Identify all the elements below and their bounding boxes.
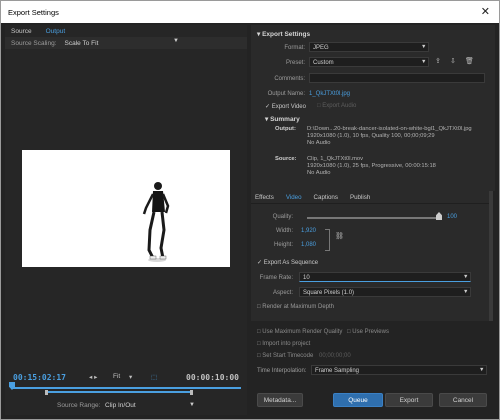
preview-pane: Source Output Source Scaling: Scale To F… [5,25,247,415]
quality-label: Quality: [272,214,293,220]
time-interpolation-value: Frame Sampling [315,368,360,374]
chevron-down-icon[interactable]: ▼ [421,44,426,50]
width-value[interactable]: 1,920 [301,228,316,234]
export-options: □ Use Maximum Render Quality □ Use Previ… [251,323,495,383]
export-settings-window: Export Settings ✕ Source Output Source S… [0,0,500,420]
tab-captions[interactable]: Captions [314,194,338,201]
source-scaling-row: Source Scaling: Scale To Fit ▼ [5,37,247,49]
output-name-label: Output Name: [267,91,305,97]
use-max-render-checkbox[interactable]: □ Use Maximum Render Quality [257,329,342,335]
time-interpolation-label: Time Interpolation: [257,368,307,374]
source-specs: 1920x1080 (1.0), 25 fps, Progressive, 00… [307,163,436,170]
output-audio: No Audio [307,140,331,147]
export-settings-header[interactable]: ▾ Export Settings [257,30,310,38]
timeline-track[interactable] [11,387,241,389]
save-preset-icon[interactable]: ⇪ [435,57,441,65]
aspect-link-bracket [325,229,330,251]
output-name-link[interactable]: 1_QkJTXt0l.jpg [309,91,350,97]
aspect-value: Square Pixels (1.0) [303,290,355,296]
output-summary-label: Output: [275,126,296,132]
range-in-handle[interactable] [45,390,48,395]
video-preview [22,150,230,267]
source-summary-lines: Clip, 1_QkJTXt0l.mov 1920x1080 (1.0), 25… [307,156,497,178]
chevron-down-icon[interactable]: ▼ [173,38,179,44]
render-max-depth-checkbox[interactable]: □ Render at Maximum Depth [257,304,334,310]
export-button[interactable]: Export [385,393,433,407]
aspect-label: Aspect: [272,290,293,296]
chevron-down-icon[interactable]: ▼ [479,367,484,373]
fit-select[interactable]: Fit [113,373,120,380]
export-audio-checkbox[interactable]: □ Export Audio [317,103,356,109]
tab-effects[interactable]: Effects [255,194,274,201]
height-label: Height: [273,242,293,248]
quality-slider[interactable] [307,217,439,219]
set-start-timecode-checkbox[interactable]: □ Set Start Timecode [257,353,313,359]
end-timecode: 00:00:10:00 [186,373,239,382]
aspect-icon[interactable]: ⬚ [151,373,157,381]
export-settings-panel: ▾ Export Settings Format: JPEG ▼ Preset:… [251,25,495,191]
export-video-checkbox[interactable]: ✓ Export Video [265,103,306,110]
title-bar: Export Settings ✕ [1,1,499,23]
tab-source[interactable]: Source [11,28,32,35]
current-timecode[interactable]: 00:15:02:17 [13,373,66,382]
tab-publish[interactable]: Publish [350,194,370,201]
dancer-image [142,182,170,262]
chevron-down-icon[interactable]: ▼ [421,59,426,65]
preview-tabs: Source Output [5,25,247,37]
range-out-handle[interactable] [190,390,193,395]
import-preset-icon[interactable]: ⇩ [450,57,456,65]
delete-preset-icon[interactable]: 🗑 [465,57,474,65]
output-summary-lines: D:\Down...20-break-dancer-isolated-on-wh… [307,126,497,148]
quality-value[interactable]: 100 [447,214,457,220]
quality-slider-knob[interactable] [436,212,442,220]
settings-tabs: Effects Video Captions Publish [251,191,489,204]
source-summary-label: Source: [275,156,297,162]
frame-rate-value: 10 [303,275,310,281]
cancel-button[interactable]: Cancel [439,393,487,407]
video-settings-panel: Effects Video Captions Publish Quality: … [251,191,489,321]
source-audio: No Audio [307,170,331,177]
chevron-down-icon[interactable]: ▼ [463,274,468,280]
import-project-checkbox[interactable]: □ Import into project [257,341,310,347]
metadata-button[interactable]: Metadata... [257,393,303,407]
source-range-bar[interactable] [47,391,191,393]
link-icon[interactable]: ⛓ [335,232,344,240]
use-previews-checkbox[interactable]: □ Use Previews [347,329,389,335]
tab-output[interactable]: Output [46,28,66,35]
preset-label: Preset: [285,60,305,66]
format-label: Format: [284,45,305,51]
export-as-sequence-checkbox[interactable]: ✓ Export As Sequence [257,259,318,266]
tab-video[interactable]: Video [286,194,302,201]
source-range-label: Source Range: [57,401,101,409]
step-back-icon[interactable]: ◂ ▸ [89,373,97,381]
comments-input[interactable] [309,73,485,83]
queue-button[interactable]: Queue [333,393,383,407]
source-summary: Source: Clip, 1_QkJTXt0l.mov 1920x1080 (… [275,156,493,176]
source-range-row: Source Range: Clip In/Out ▼ [5,399,247,411]
source-range-select[interactable]: Clip In/Out [105,402,136,409]
frame-rate-select[interactable] [299,272,471,282]
comments-label: Comments: [274,76,305,82]
summary-header[interactable]: ▾ Summary [265,115,300,123]
source-clip: Clip, 1_QkJTXt0l.mov [307,156,364,162]
frame-rate-label: Frame Rate: [259,275,293,281]
source-scaling-label: Source Scaling: [11,39,57,47]
start-timecode-value: 00;00;00;00 [319,353,351,359]
output-specs: 1920x1080 (1.0), 10 fps, Quality 100, 00… [307,133,435,140]
height-value[interactable]: 1,080 [301,242,316,248]
action-buttons: Metadata... Queue Export Cancel [251,393,495,407]
preset-value: Custom [313,60,334,66]
source-scaling-select[interactable]: Scale To Fit [65,40,99,47]
output-path: D:\Down...20-break-dancer-isolated-on-wh… [307,126,472,132]
chevron-down-icon[interactable]: ▾ [129,373,132,381]
chevron-down-icon[interactable]: ▼ [463,289,468,295]
window-title: Export Settings [8,7,59,17]
width-label: Width: [275,228,293,234]
format-value: JPEG [313,45,329,51]
output-summary: Output: D:\Down...20-break-dancer-isolat… [275,126,493,146]
scrollbar[interactable] [489,191,493,321]
timecode-bar: 00:15:02:17 ◂ ▸ Fit ▾ ⬚ 00:00:10:00 [5,369,247,385]
chevron-down-icon[interactable]: ▼ [189,402,195,408]
close-icon[interactable]: ✕ [481,5,490,18]
